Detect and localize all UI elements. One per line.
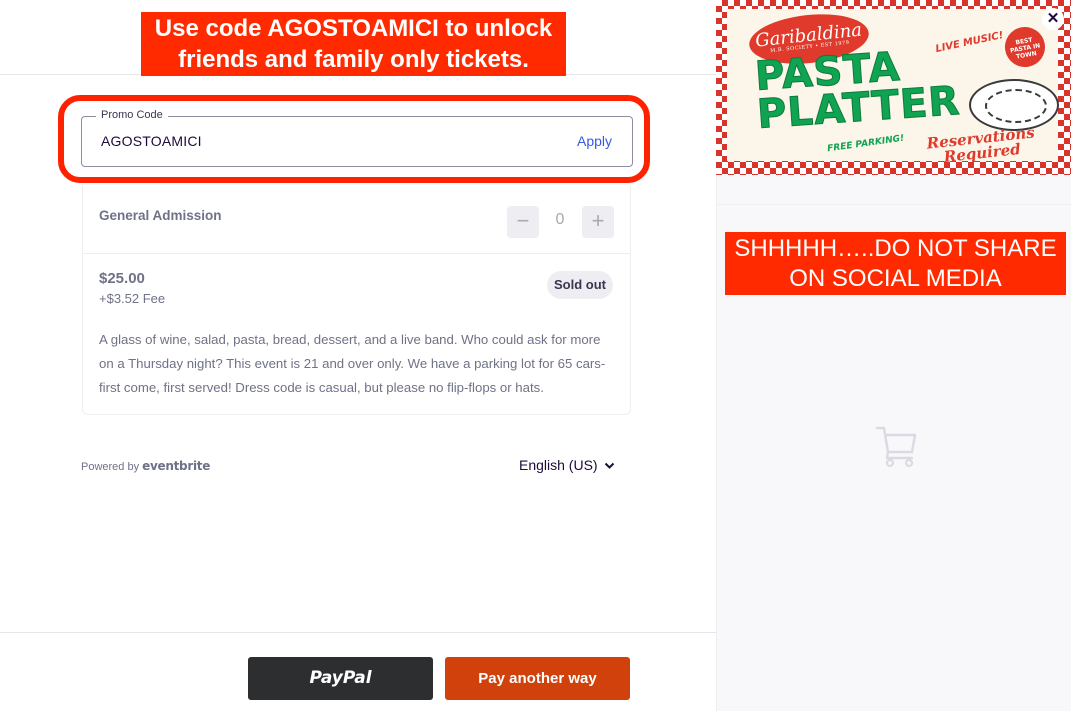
poster-title-line-2: PLATTER [755, 77, 962, 139]
poster-free-parking: FREE PARKING! [826, 133, 905, 155]
decrease-quantity-button[interactable]: − [507, 206, 539, 238]
promo-instruction-banner: Use code AGOSTOAMICI to unlock friends a… [141, 12, 566, 76]
secrecy-line-2: ON SOCIAL MEDIA [789, 265, 1002, 292]
poster-best-pasta: BEST PASTA IN TOWN [1001, 23, 1049, 71]
summary-divider [716, 204, 1071, 205]
shopping-cart-icon [875, 426, 917, 468]
poster-canvas: Garibaldina M.B. SOCIETY • EST 1979 PASTA… [727, 8, 1059, 166]
close-button[interactable]: ✕ [1042, 8, 1064, 30]
ticket-fee: +$3.52 Fee [99, 291, 166, 306]
poster-reservations: Reservations Required [925, 123, 1036, 166]
ticket-quantity: 0 [555, 211, 565, 228]
promo-instruction-line-2: friends and family only tickets. [178, 46, 529, 73]
powered-by: Powered by eventbrite [81, 459, 210, 473]
secrecy-line-1: SHHHHH…..DO NOT SHARE [734, 235, 1057, 262]
paypal-button[interactable]: PayPal [248, 657, 433, 700]
increase-quantity-button[interactable]: + [582, 206, 614, 238]
powered-by-prefix: Powered by [81, 461, 140, 473]
ticket-name: General Admission [99, 208, 222, 223]
promo-highlight-outline [58, 95, 650, 183]
promo-instruction-line-1: Use code AGOSTOAMICI to unlock [154, 15, 553, 42]
language-label: English (US) [519, 457, 598, 473]
chevron-down-icon [604, 463, 614, 470]
ticket-price: $25.00 [99, 270, 145, 287]
poster-live-music: LIVE MUSIC! [934, 29, 1005, 56]
ticket-description: A glass of wine, salad, pasta, bread, de… [99, 332, 606, 395]
secrecy-banner: SHHHHH…..DO NOT SHARE ON SOCIAL MEDIA [725, 232, 1066, 295]
pay-another-way-button[interactable]: Pay another way [445, 657, 630, 700]
eventbrite-logo: eventbrite [142, 459, 211, 473]
language-selector[interactable]: English (US) [519, 457, 615, 473]
footer-divider [0, 632, 716, 633]
event-poster-image: Garibaldina M.B. SOCIETY • EST 1979 PASTA… [716, 0, 1071, 175]
sold-out-badge: Sold out [547, 271, 613, 299]
ticket-divider [82, 253, 631, 254]
